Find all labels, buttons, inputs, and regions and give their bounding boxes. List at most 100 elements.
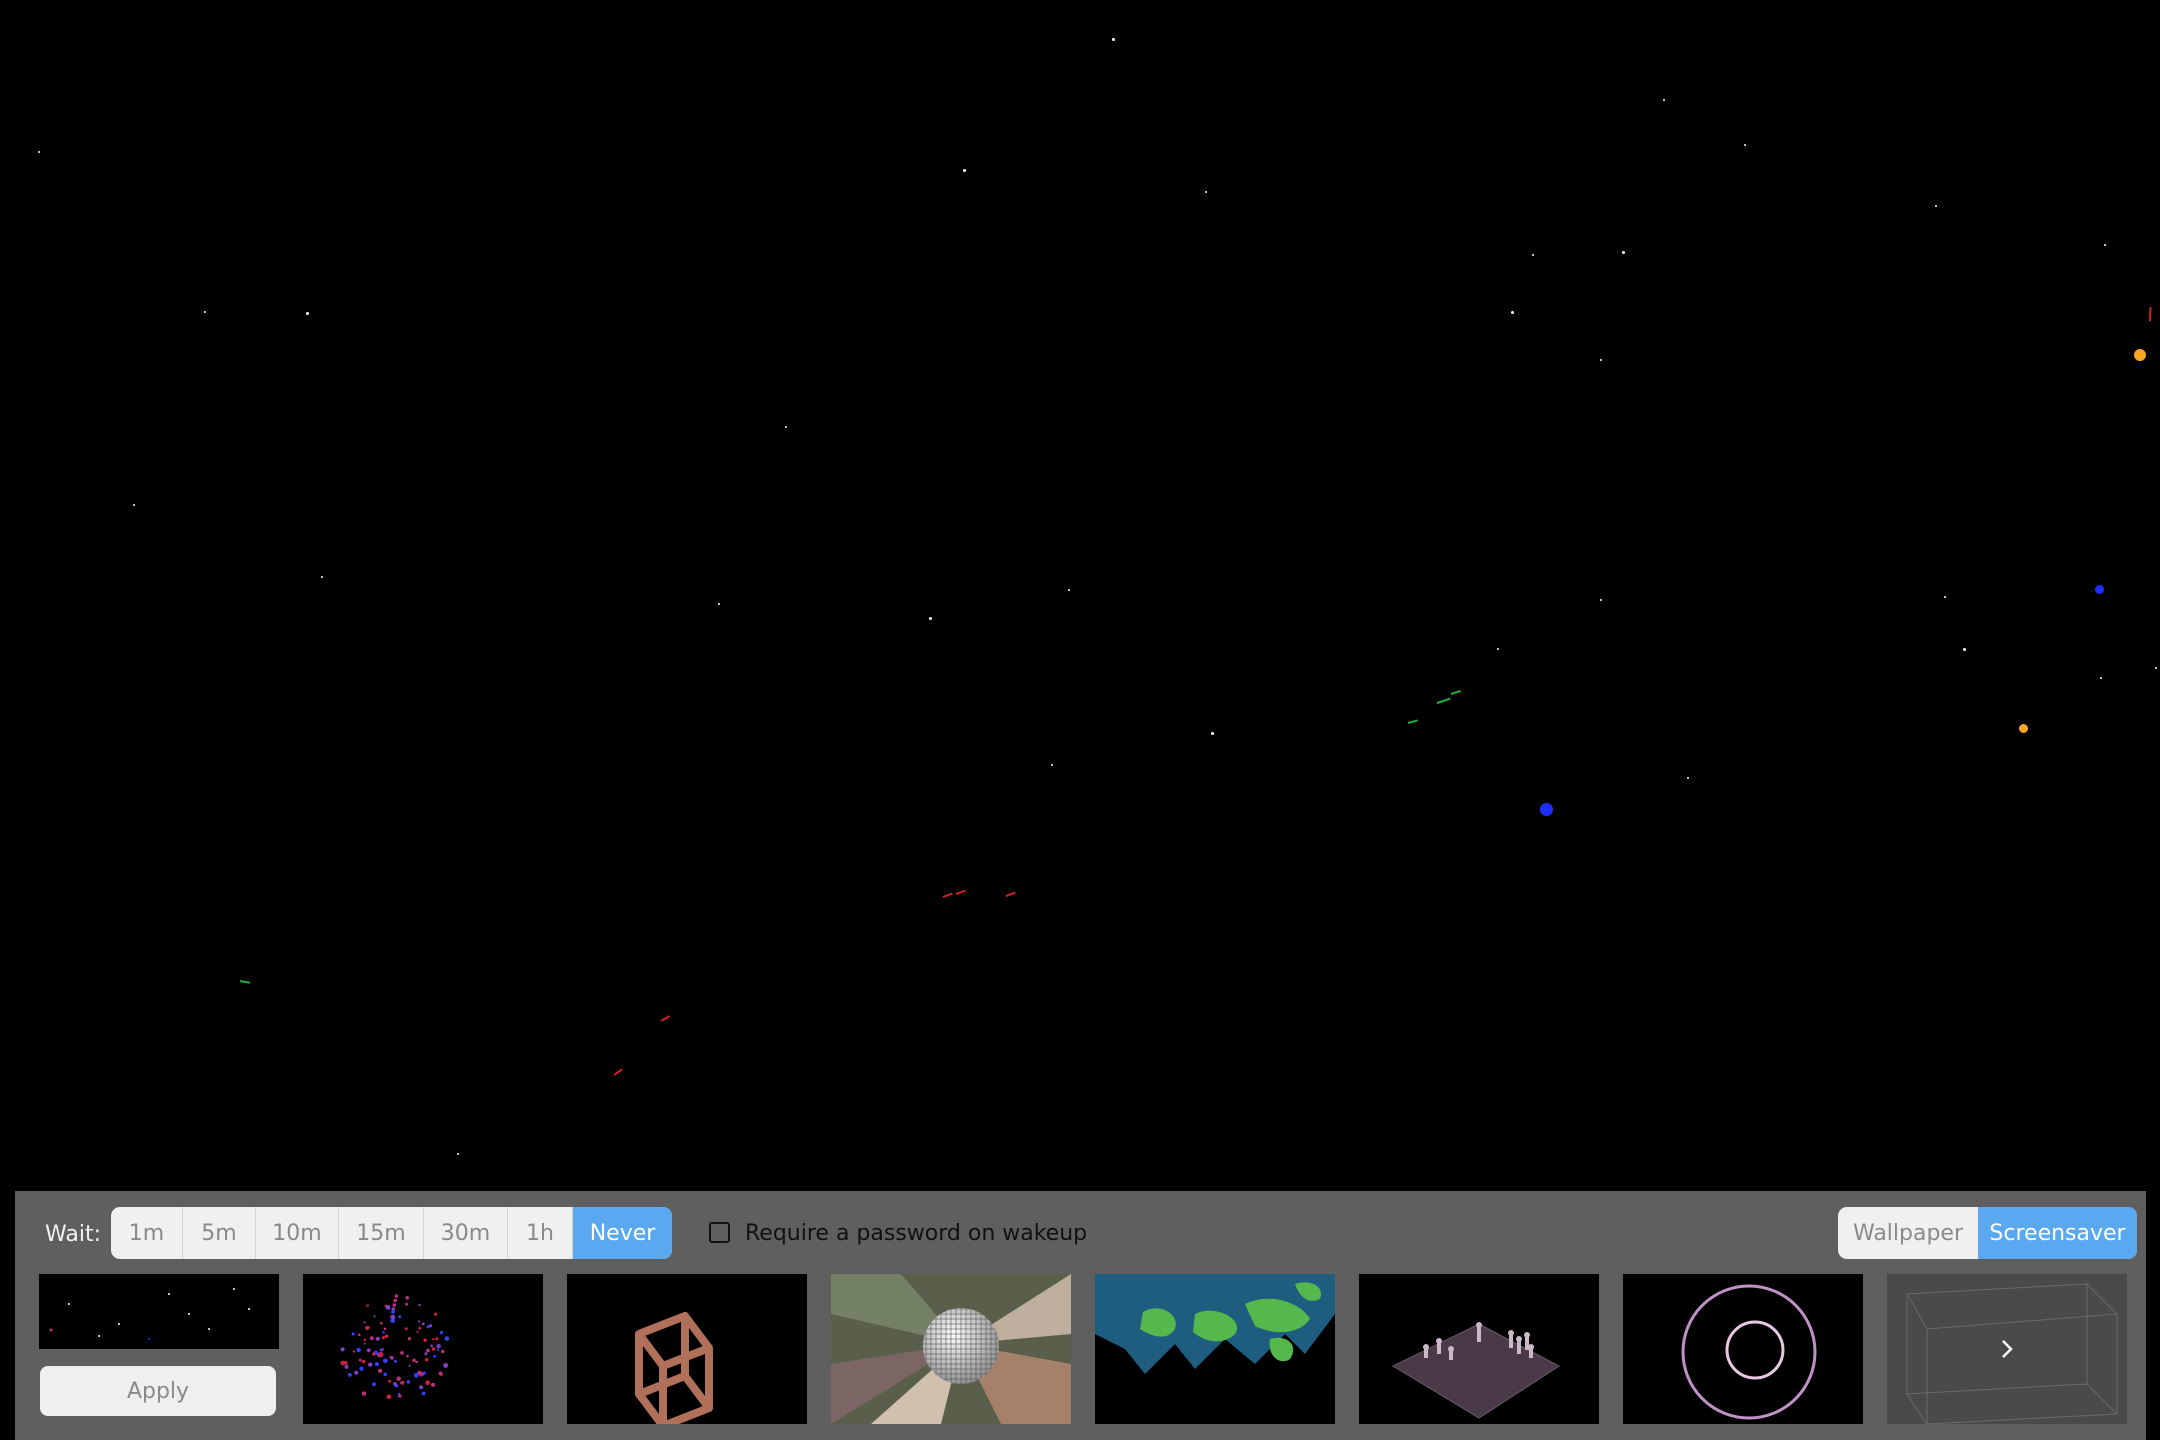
sphere-particle [340,1347,345,1352]
sphere-particle [391,1307,396,1311]
star [1068,589,1070,591]
sphere-particle [412,1358,416,1362]
starfield-thumbnail-art [39,1274,279,1349]
sphere-particle [394,1359,397,1363]
sphere-particle [367,1326,370,1329]
sphere-particle [366,1304,369,1307]
sphere-particle [390,1314,396,1320]
star [1211,732,1214,735]
sphere-particle [379,1348,383,1352]
sphere-particle [435,1337,439,1341]
sphere-particle [378,1368,383,1373]
sphere-particle [439,1331,444,1335]
sphere-particle [368,1362,373,1367]
sphere-particle [431,1347,436,1351]
sphere-particle [363,1342,366,1345]
green-streak [1436,697,1451,704]
green-streak [239,980,251,984]
sphere-particle [430,1344,433,1347]
sphere-particle [381,1336,386,1340]
sphere-particle [405,1302,408,1306]
sphere-particle [443,1363,449,1368]
sphere-particle [374,1362,379,1367]
thumbnail-wire-box[interactable] [1887,1274,2127,1424]
wait-option-5m[interactable]: 5m [183,1207,256,1259]
green-streak [1407,719,1418,724]
sphere-particle [423,1338,427,1342]
star [929,617,932,620]
sphere-particle [394,1294,398,1298]
thumbnail-chess-board[interactable] [1359,1274,1599,1424]
chevron-right-icon[interactable] [1997,1337,2017,1361]
wait-option-never[interactable]: Never [573,1207,672,1259]
sphere-particle [384,1334,389,1338]
thumbnail-spirograph[interactable] [1623,1274,1863,1424]
sphere-particle [418,1303,421,1307]
star [963,169,966,172]
apply-button[interactable]: Apply [40,1366,276,1416]
star [133,504,135,506]
star [457,1153,459,1155]
wait-option-15m[interactable]: 15m [339,1207,424,1259]
sphere-particle [361,1391,367,1396]
sphere-particle [358,1358,362,1362]
sphere-particle [440,1373,443,1376]
wait-option-10m[interactable]: 10m [256,1207,339,1259]
sphere-particle [426,1348,430,1353]
thumbnail-wire-cube[interactable] [567,1274,807,1424]
sphere-particle [406,1354,409,1358]
sphere-particle [363,1338,366,1341]
disco-ball-thumbnail-art [831,1274,1071,1424]
red-streak [613,1068,623,1076]
sphere-particle [366,1348,371,1353]
thumbnail-particle-sphere[interactable] [303,1274,543,1424]
screensaver-mode-button[interactable]: Screensaver [1978,1207,2137,1259]
red-streak [1005,891,1016,897]
orange-particle [2019,724,2028,733]
star [1112,38,1115,41]
sphere-particle [407,1337,411,1341]
sphere-particle [340,1360,345,1366]
require-password-checkbox[interactable] [709,1222,730,1243]
thumbnail-starfield[interactable] [39,1274,279,1349]
sphere-particle [417,1320,421,1323]
sphere-particle [385,1305,391,1310]
sphere-particle [405,1296,409,1300]
sphere-particle [383,1372,387,1377]
sphere-particle [413,1372,419,1378]
star [1600,599,1602,601]
sphere-particle [438,1345,441,1348]
sphere-particle [433,1354,436,1358]
sphere-particle [393,1382,397,1386]
star [2155,667,2157,669]
spirograph-thumbnail-art [1623,1274,1863,1424]
sphere-particle [370,1336,374,1341]
wait-option-30m[interactable]: 30m [424,1207,508,1259]
star [1744,144,1746,146]
star [1622,251,1625,254]
sphere-particle [359,1366,364,1371]
red-streak [2149,306,2152,322]
thumbnail-world-map[interactable] [1095,1274,1335,1424]
sphere-particle [392,1303,397,1307]
sphere-particle [425,1358,429,1362]
star [204,311,206,313]
star [1663,99,1665,101]
sphere-particle [363,1321,366,1324]
sphere-particle [351,1332,355,1336]
sphere-particle [396,1376,401,1381]
wait-option-1m[interactable]: 1m [111,1207,183,1259]
star [718,603,720,605]
thumbnail-disco-ball[interactable] [831,1274,1071,1424]
sphere-particle [406,1380,411,1384]
sphere-particle [372,1352,376,1356]
star [1532,254,1534,256]
sphere-particle [373,1315,376,1318]
sphere-particle [421,1391,426,1396]
wait-option-1h[interactable]: 1h [508,1207,573,1259]
require-password-label[interactable]: Require a password on wakeup [745,1221,1087,1246]
particle-sphere-thumbnail-art [303,1274,543,1424]
wallpaper-mode-button[interactable]: Wallpaper [1838,1207,1978,1259]
sphere-particle [393,1298,397,1303]
sphere-particle [386,1394,392,1400]
